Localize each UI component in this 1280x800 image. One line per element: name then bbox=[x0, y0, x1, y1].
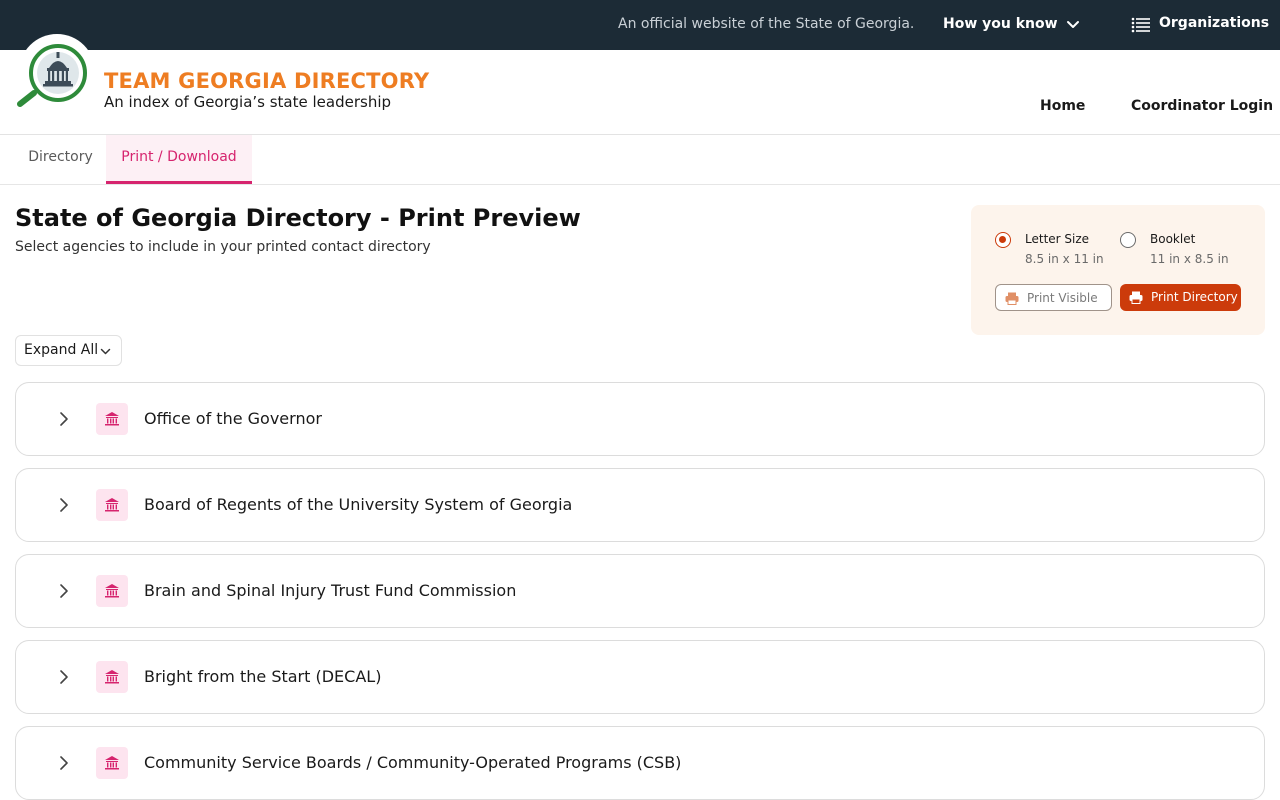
chevron-right-icon[interactable] bbox=[58, 496, 70, 514]
official-banner: An official website of the State of Geor… bbox=[0, 0, 1280, 50]
expand-all-button[interactable]: Expand All bbox=[15, 335, 122, 366]
print-directory-button[interactable]: Print Directory bbox=[1120, 284, 1241, 311]
nav-coordinator-login-link[interactable]: Coordinator Login bbox=[1131, 98, 1273, 114]
chevron-down-icon bbox=[100, 348, 111, 355]
print-visible-button[interactable]: Print Visible bbox=[995, 284, 1112, 311]
list-icon[interactable] bbox=[1131, 17, 1151, 33]
chevron-right-icon[interactable] bbox=[58, 410, 70, 428]
printer-icon bbox=[1129, 291, 1143, 304]
building-icon bbox=[96, 661, 128, 693]
brand-title[interactable]: TEAM GEORGIA DIRECTORY bbox=[104, 69, 429, 93]
letter-size-label[interactable]: Letter Size bbox=[1025, 232, 1089, 246]
print-options-panel: Letter Size 8.5 in x 11 in Booklet 11 in… bbox=[971, 205, 1265, 335]
agency-item[interactable]: Board of Regents of the University Syste… bbox=[15, 468, 1265, 542]
site-logo[interactable] bbox=[16, 34, 96, 114]
page-description: Select agencies to include in your print… bbox=[15, 239, 431, 255]
how-you-know-link[interactable]: How you know bbox=[943, 16, 1058, 32]
chevron-right-icon[interactable] bbox=[58, 754, 70, 772]
page-tabs: Directory Print / Download bbox=[0, 135, 1280, 185]
building-icon bbox=[96, 747, 128, 779]
letter-size-dimensions: 8.5 in x 11 in bbox=[1025, 252, 1104, 266]
nav-home-link[interactable]: Home bbox=[1040, 98, 1085, 114]
chevron-right-icon[interactable] bbox=[58, 582, 70, 600]
building-icon bbox=[96, 489, 128, 521]
capitol-magnifier-icon bbox=[17, 34, 95, 110]
building-icon bbox=[96, 575, 128, 607]
site-header: TEAM GEORGIA DIRECTORY An index of Georg… bbox=[0, 50, 1280, 135]
building-icon bbox=[96, 403, 128, 435]
tab-directory[interactable]: Directory bbox=[15, 135, 106, 184]
agency-name: Brain and Spinal Injury Trust Fund Commi… bbox=[144, 581, 517, 600]
booklet-dimensions: 11 in x 8.5 in bbox=[1150, 252, 1229, 266]
tab-print-download[interactable]: Print / Download bbox=[106, 135, 252, 184]
agency-name: Board of Regents of the University Syste… bbox=[144, 495, 573, 514]
agency-item[interactable]: Bright from the Start (DECAL) bbox=[15, 640, 1265, 714]
official-site-text: An official website of the State of Geor… bbox=[618, 16, 915, 32]
expand-all-label: Expand All bbox=[24, 342, 99, 358]
agency-name: Bright from the Start (DECAL) bbox=[144, 667, 382, 686]
brand-subtitle: An index of Georgia’s state leadership bbox=[104, 93, 392, 111]
agency-item[interactable]: Office of the Governor bbox=[15, 382, 1265, 456]
chevron-right-icon[interactable] bbox=[58, 668, 70, 686]
print-visible-label: Print Visible bbox=[1027, 291, 1098, 305]
agency-name: Office of the Governor bbox=[144, 409, 322, 428]
page-title: State of Georgia Directory - Print Previ… bbox=[15, 204, 581, 232]
booklet-radio[interactable] bbox=[1120, 232, 1136, 248]
booklet-label[interactable]: Booklet bbox=[1150, 232, 1195, 246]
print-directory-label: Print Directory bbox=[1151, 290, 1238, 304]
chevron-down-icon[interactable] bbox=[1066, 20, 1080, 30]
agency-item[interactable]: Brain and Spinal Injury Trust Fund Commi… bbox=[15, 554, 1265, 628]
organizations-menu[interactable]: Organizations bbox=[1159, 15, 1269, 31]
letter-size-radio[interactable] bbox=[995, 232, 1011, 248]
agency-name: Community Service Boards / Community-Ope… bbox=[144, 753, 682, 772]
printer-icon bbox=[1005, 292, 1019, 305]
agency-item[interactable]: Community Service Boards / Community-Ope… bbox=[15, 726, 1265, 800]
